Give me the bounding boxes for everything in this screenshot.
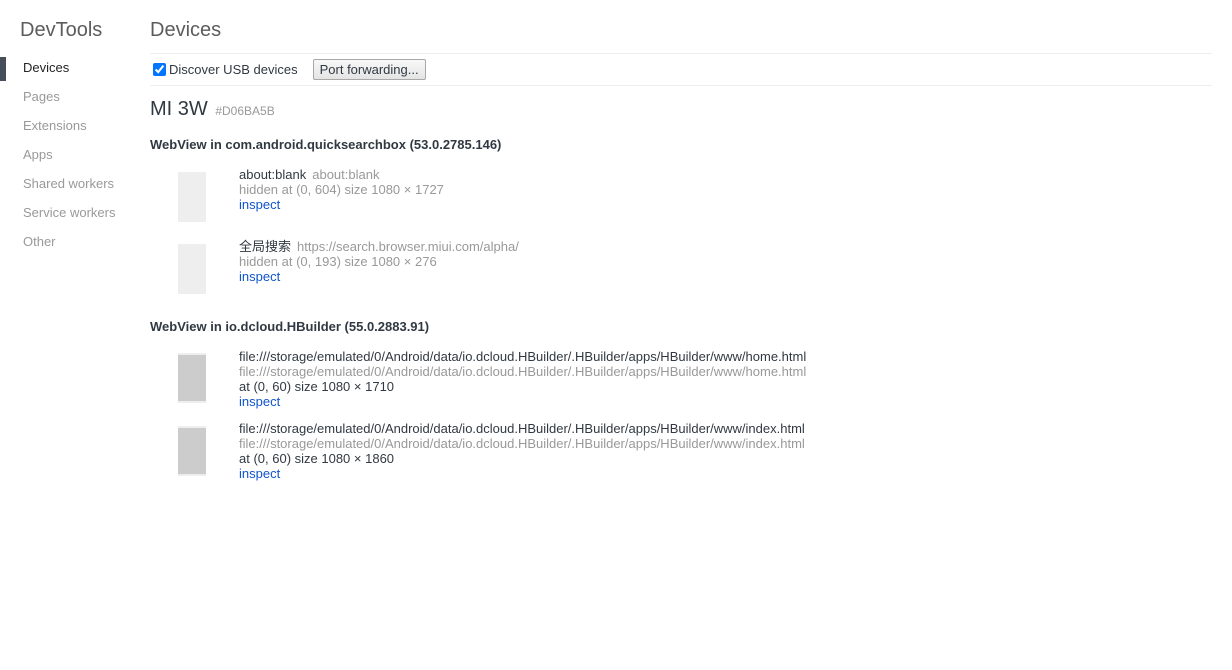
port-forwarding-button[interactable]: Port forwarding... <box>312 59 426 80</box>
sidebar: DevTools Devices Pages Extensions Apps S… <box>0 0 130 670</box>
page-thumbnail <box>178 244 206 294</box>
device-name: MI 3W <box>150 98 208 120</box>
page-title-text: file:///storage/emulated/0/Android/data/… <box>239 421 805 436</box>
page-meta: at (0, 60) size 1080 × 1710 <box>239 379 395 394</box>
inspect-link[interactable]: inspect <box>239 466 805 481</box>
page-title-text: file:///storage/emulated/0/Android/data/… <box>239 349 807 364</box>
divider <box>150 85 1212 86</box>
sidebar-item-devices[interactable]: Devices <box>0 57 115 86</box>
sidebar-item-other[interactable]: Other <box>0 231 115 260</box>
discover-usb-label[interactable]: Discover USB devices <box>169 62 298 77</box>
sidebar-item-shared-workers[interactable]: Shared workers <box>0 173 115 202</box>
sidebar-item-extensions[interactable]: Extensions <box>0 115 115 144</box>
page-meta: at (0, 60) size 1080 × 1860 <box>239 451 395 466</box>
page-url: about:blank <box>312 167 380 182</box>
sidebar-item-apps[interactable]: Apps <box>0 144 115 173</box>
page-url: file:///storage/emulated/0/Android/data/… <box>239 436 805 451</box>
page-title: Devices <box>150 19 222 41</box>
browser-name: WebView in io.dcloud.HBuilder (55.0.2883… <box>150 319 430 334</box>
page-thumbnail <box>178 426 206 476</box>
inspect-link[interactable]: inspect <box>239 197 444 212</box>
inspect-link[interactable]: inspect <box>239 269 519 284</box>
app-title: DevTools <box>20 19 103 41</box>
page-url: file:///storage/emulated/0/Android/data/… <box>239 364 807 379</box>
divider <box>150 53 1212 54</box>
discover-usb-checkbox[interactable] <box>153 63 166 76</box>
sidebar-nav: Devices Pages Extensions Apps Shared wor… <box>0 57 115 260</box>
device-serial: #D06BA5B <box>215 104 275 118</box>
device-header: MI 3W #D06BA5B <box>150 98 275 121</box>
page-thumbnail <box>178 172 206 222</box>
page-info: file:///storage/emulated/0/Android/data/… <box>239 421 805 481</box>
page-info: file:///storage/emulated/0/Android/data/… <box>239 349 806 409</box>
sidebar-item-service-workers[interactable]: Service workers <box>0 202 115 231</box>
page-title-text: 全局搜索 <box>239 239 292 254</box>
browser-name: WebView in com.android.quicksearchbox (5… <box>150 137 502 152</box>
page-thumbnail <box>178 353 206 403</box>
page-title-text: about:blank <box>239 167 307 182</box>
page-info: about:blank about:blank hidden at (0, 604… <box>239 167 444 212</box>
toolbar: Discover USB devices Port forwarding... <box>150 58 426 81</box>
sidebar-item-pages[interactable]: Pages <box>0 86 115 115</box>
page-meta: hidden at (0, 193) size 1080 × 276 <box>239 254 437 269</box>
page-meta: hidden at (0, 604) size 1080 × 1727 <box>239 182 444 197</box>
inspect-link[interactable]: inspect <box>239 394 806 409</box>
page-url: https://search.browser.miui.com/alpha/ <box>297 239 519 254</box>
page-info: 全局搜索 https://search.browser.miui.com/alph… <box>239 239 519 284</box>
